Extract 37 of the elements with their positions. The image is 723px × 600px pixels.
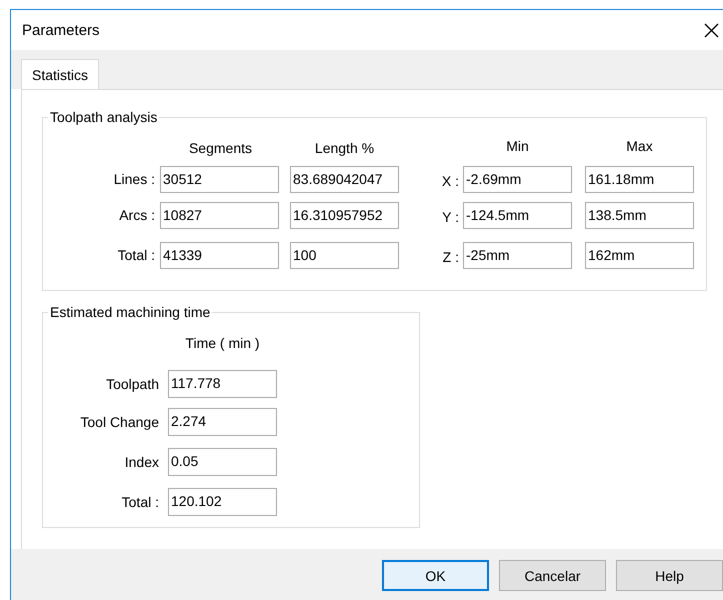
value-field[interactable]: -124.5mm <box>463 202 572 229</box>
value-field[interactable]: 41339 <box>160 242 279 269</box>
row-label: Arcs : <box>119 206 156 225</box>
row-label: Lines : <box>114 170 156 189</box>
row-label: Total : <box>118 246 156 265</box>
close-icon[interactable] <box>704 22 719 38</box>
axis-label: X : <box>442 172 460 191</box>
dialog-button[interactable]: Help <box>616 560 723 591</box>
column-header: Max <box>625 137 654 156</box>
value-field[interactable]: -2.69mm <box>463 166 572 193</box>
axis-label: Y : <box>442 208 460 227</box>
column-header: Time ( min ) <box>184 334 261 353</box>
window-title: Parameters <box>22 22 100 38</box>
value-field[interactable]: -25mm <box>463 242 572 269</box>
value-field[interactable]: 0.05 <box>168 448 277 476</box>
dialog-button[interactable]: OK <box>382 560 489 591</box>
value-field[interactable]: 138.5mm <box>585 202 694 229</box>
row-label: Total : <box>122 493 160 512</box>
value-field[interactable]: 30512 <box>160 166 279 193</box>
value-field[interactable]: 2.274 <box>168 408 277 436</box>
value-field[interactable]: 83.689042047 <box>290 166 399 193</box>
value-field[interactable]: 120.102 <box>168 488 277 516</box>
tab[interactable]: Statistics <box>21 59 100 90</box>
value-field[interactable]: 162mm <box>585 242 694 269</box>
column-header: Segments <box>188 139 254 158</box>
row-label: Index <box>124 453 160 472</box>
column-header: Length % <box>314 139 376 158</box>
dialog-button[interactable]: Cancelar <box>499 560 606 591</box>
value-field[interactable]: 100 <box>290 242 399 269</box>
value-field[interactable]: 117.778 <box>168 370 277 398</box>
row-label: Toolpath <box>106 375 160 394</box>
row-label: Tool Change <box>80 413 160 432</box>
value-field[interactable]: 16.310957952 <box>290 202 399 229</box>
value-field[interactable]: 10827 <box>160 202 279 229</box>
axis-label: Z : <box>442 248 460 267</box>
value-field[interactable]: 161.18mm <box>585 166 694 193</box>
column-header: Min <box>505 137 530 156</box>
